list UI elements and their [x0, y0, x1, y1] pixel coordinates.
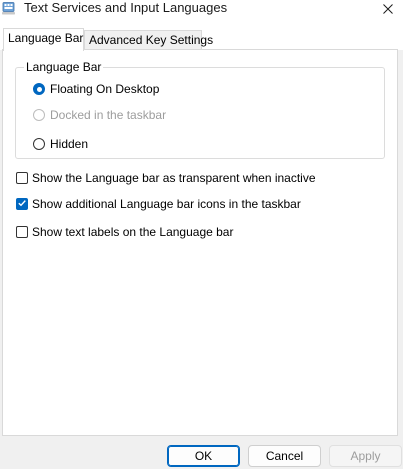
tab-strip: Language Bar Advanced Key Settings [0, 22, 403, 51]
checkbox-text-labels[interactable]: Show text labels on the Language bar [16, 225, 233, 239]
checkbox-label: Show additional Language bar icons in th… [32, 197, 301, 211]
title-bar: Text Services and Input Languages [0, 0, 403, 22]
checkbox-label: Show text labels on the Language bar [32, 225, 234, 239]
cancel-button[interactable]: Cancel [248, 445, 321, 467]
radio-button-disabled [33, 109, 45, 121]
ok-button[interactable]: OK [167, 445, 240, 467]
tab-advanced-key-settings[interactable]: Advanced Key Settings [84, 30, 213, 50]
tab-language-bar[interactable]: Language Bar [3, 28, 84, 51]
radio-docked-in-taskbar: Docked in the taskbar [33, 108, 166, 122]
keyboard-icon [2, 2, 16, 15]
group-title: Language Bar [24, 60, 104, 74]
radio-floating-on-desktop[interactable]: Floating On Desktop [33, 82, 159, 96]
tab-panel-language-bar: Language Bar Floating On Desktop Docked … [2, 49, 398, 436]
radio-label: Floating On Desktop [50, 82, 160, 96]
radio-label: Hidden [50, 137, 89, 151]
radio-hidden[interactable]: Hidden [33, 137, 88, 151]
checkbox-box[interactable] [16, 226, 28, 238]
dialog-window: Text Services and Input Languages Langua… [0, 0, 403, 469]
checkbox-box-checked[interactable] [16, 198, 28, 210]
checkbox-transparent-when-inactive[interactable]: Show the Language bar as transparent whe… [16, 171, 316, 185]
radio-button[interactable] [33, 138, 45, 150]
dialog-footer: OK Cancel Apply [0, 436, 403, 469]
checkbox-label: Show the Language bar as transparent whe… [32, 171, 316, 185]
radio-label: Docked in the taskbar [50, 108, 167, 122]
checkmark-icon [17, 197, 27, 211]
close-button[interactable] [373, 0, 403, 20]
close-icon [383, 3, 393, 17]
checkbox-additional-icons[interactable]: Show additional Language bar icons in th… [16, 197, 301, 211]
window-title: Text Services and Input Languages [24, 0, 228, 15]
apply-button: Apply [329, 445, 402, 467]
radio-button-selected[interactable] [33, 83, 45, 95]
language-bar-groupbox: Language Bar Floating On Desktop Docked … [15, 60, 385, 159]
checkbox-box[interactable] [16, 172, 28, 184]
